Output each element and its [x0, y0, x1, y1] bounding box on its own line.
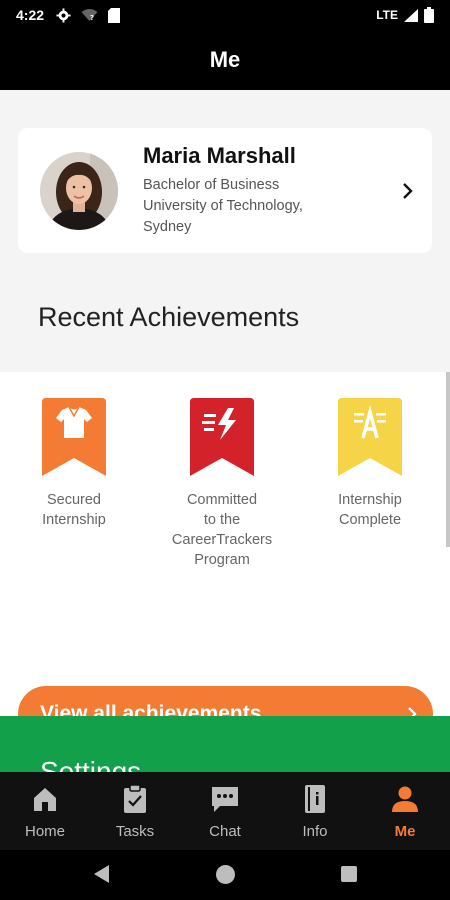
- nav-label: Chat: [209, 823, 241, 840]
- gear-icon: [56, 7, 71, 23]
- avatar: [40, 151, 118, 230]
- settings-section[interactable]: Settings: [0, 716, 450, 772]
- nav-label: Info: [302, 823, 328, 840]
- recent-achievements-title: Recent Achievements: [38, 302, 300, 332]
- achievement-label: Secured: [46, 492, 101, 508]
- lightning-icon: [190, 398, 254, 476]
- achievement-label: Committed: [186, 492, 258, 508]
- achievement-label: Internship: [42, 512, 106, 528]
- status-time: 4:22: [16, 7, 45, 23]
- scrollbar[interactable]: [446, 372, 450, 547]
- achievement-label: Internship: [338, 492, 402, 508]
- app-bar: Me: [0, 30, 450, 90]
- letter-a-icon: [338, 398, 402, 476]
- system-navigation-bar: [0, 850, 450, 900]
- achievement-label: CareerTrackers: [171, 532, 273, 548]
- achievement-secured-internship[interactable]: Secured Internship: [4, 398, 144, 530]
- achievement-label: Program: [194, 552, 250, 568]
- info-book-icon: [305, 785, 325, 813]
- sd-card-icon: [108, 7, 121, 23]
- achievement-internship-complete[interactable]: Internship Complete: [300, 398, 440, 530]
- achievements-panel: Secured Internship Committed to the Care…: [0, 372, 450, 742]
- back-icon[interactable]: [92, 864, 110, 884]
- settings-title: Settings: [40, 756, 142, 772]
- home-icon: [34, 788, 56, 811]
- nav-label: Tasks: [115, 823, 155, 840]
- status-bar: 4:22 ? LTE: [0, 0, 450, 30]
- achievement-label: Complete: [338, 512, 402, 528]
- chat-icon: [212, 787, 238, 812]
- nav-item-chat[interactable]: Chat: [180, 772, 270, 850]
- shirt-icon: [42, 398, 106, 476]
- profile-degree: Bachelor of Business: [143, 177, 280, 193]
- nav-item-home[interactable]: Home: [0, 772, 90, 850]
- profile-university-line1: University of Technology,: [143, 198, 303, 214]
- profile-name: Maria Marshall: [143, 143, 296, 168]
- nav-item-me[interactable]: Me: [360, 772, 450, 850]
- chevron-right-icon[interactable]: [402, 182, 414, 200]
- profile-university-line2: Sydney: [143, 219, 192, 235]
- nav-label: Home: [24, 823, 65, 840]
- page-title: Me: [209, 47, 241, 72]
- nav-item-info[interactable]: Info: [270, 772, 360, 850]
- profile-content[interactable]: Maria Marshall Bachelor of Business Univ…: [0, 90, 450, 772]
- wifi-off-icon: ?: [81, 9, 98, 22]
- battery-icon: [424, 7, 434, 23]
- nav-label: Me: [394, 823, 416, 840]
- signal-icon: [404, 8, 418, 22]
- achievement-label: to the: [203, 512, 241, 528]
- network-type: LTE: [376, 8, 398, 22]
- recent-apps-icon[interactable]: [340, 865, 358, 883]
- clipboard-icon: [124, 784, 146, 813]
- bottom-navigation: Home Tasks Chat Info Me: [0, 772, 450, 850]
- person-icon: [392, 786, 418, 812]
- home-button-icon[interactable]: [215, 864, 236, 885]
- svg-text:?: ?: [90, 14, 94, 22]
- nav-item-tasks[interactable]: Tasks: [90, 772, 180, 850]
- profile-card[interactable]: Maria Marshall Bachelor of Business Univ…: [18, 128, 432, 253]
- achievement-committed-program[interactable]: Committed to the CareerTrackers Program: [152, 398, 292, 570]
